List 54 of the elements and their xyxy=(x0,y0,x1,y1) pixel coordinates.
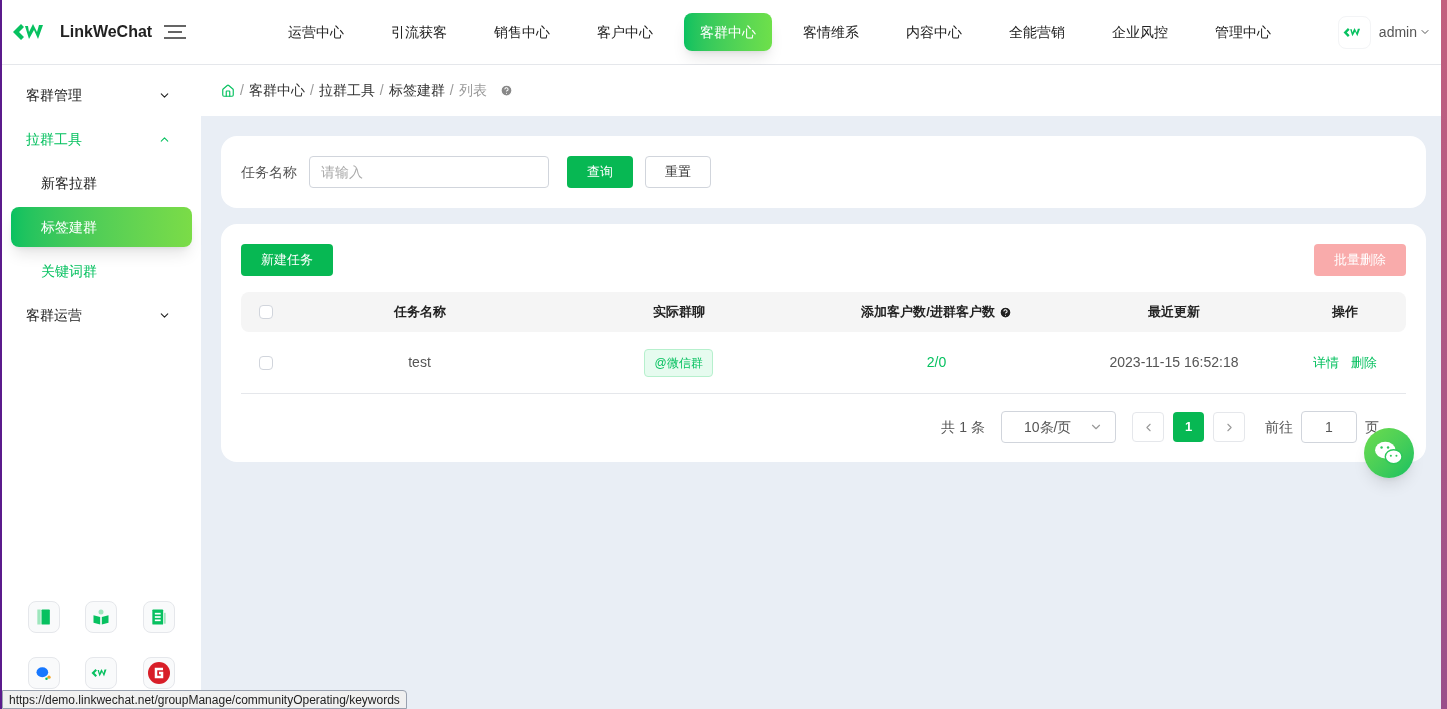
sidebar-group[interactable]: 客群管理 xyxy=(2,73,201,117)
column-header: 操作 xyxy=(1332,303,1358,322)
row-checkbox[interactable] xyxy=(259,355,273,370)
breadcrumb-item: 列表 xyxy=(458,81,487,100)
task-name-field[interactable]: 请输入 xyxy=(309,156,549,188)
menu-icon[interactable] xyxy=(164,25,187,39)
app-shortcut-icon[interactable] xyxy=(28,601,60,633)
breadcrumb-item[interactable]: 拉群工具 xyxy=(318,80,375,101)
total-count: 共 1 条 xyxy=(941,417,985,437)
chat-bubbles-icon xyxy=(1374,440,1404,466)
app-shortcut-icon[interactable] xyxy=(85,601,118,633)
goto-label: 前往 xyxy=(1265,417,1293,437)
app-shortcut-icon[interactable] xyxy=(142,601,175,633)
goto-page-field[interactable]: 1 xyxy=(1301,411,1357,443)
table-cell-text: test xyxy=(408,353,431,372)
status-url-tooltip: https://demo.linkwechat.net/groupManage/communityOperating/keywords xyxy=(2,690,407,709)
breadcrumb-separator: / xyxy=(379,81,384,100)
nav-tab[interactable]: 引流获客 xyxy=(375,13,463,51)
app-shortcut-icon[interactable] xyxy=(142,657,175,689)
nav-tab[interactable]: 全能营销 xyxy=(993,13,1081,51)
help-icon[interactable] xyxy=(998,305,1012,319)
breadcrumb-separator: / xyxy=(240,81,244,100)
breadcrumb-separator: / xyxy=(449,81,454,100)
breadcrumb-item[interactable]: 客群中心 xyxy=(248,80,305,101)
home-icon[interactable] xyxy=(221,83,235,98)
breadcrumb-separator: / xyxy=(309,81,314,100)
next-page-button[interactable] xyxy=(1213,412,1245,442)
nav-tab[interactable]: 客户中心 xyxy=(581,13,669,51)
app-shortcut-icon[interactable] xyxy=(85,657,118,689)
nav-tab[interactable]: 销售中心 xyxy=(478,13,566,51)
field-label: 任务名称 xyxy=(241,162,297,182)
user-menu[interactable]: admin xyxy=(1378,21,1431,43)
group-tag: @微信群 xyxy=(644,348,713,377)
prev-page-button[interactable] xyxy=(1132,412,1164,442)
page-size-select[interactable]: 10条/页 xyxy=(1001,411,1116,443)
app-shortcut-icon[interactable] xyxy=(28,657,60,689)
select-all-checkbox[interactable] xyxy=(259,305,273,319)
sidebar-group[interactable]: 客群运营 xyxy=(2,293,201,337)
nav-tab[interactable]: 管理中心 xyxy=(1199,13,1287,51)
table-cell-text: 2/0 xyxy=(926,353,947,372)
nav-tab[interactable]: 运营中心 xyxy=(272,13,360,51)
column-header: 实际群聊 xyxy=(652,303,705,322)
avatar-logo-icon xyxy=(1337,15,1371,49)
nav-tab[interactable]: 客情维系 xyxy=(787,13,875,51)
brand-name: LinkWeChat xyxy=(60,22,153,42)
reset-button[interactable]: 重置 xyxy=(645,156,711,188)
breadcrumb-item[interactable]: 标签建群 xyxy=(388,80,445,101)
nav-tab[interactable]: 内容中心 xyxy=(890,13,978,51)
column-header: 最近更新 xyxy=(1148,303,1200,322)
column-header: 任务名称 xyxy=(393,303,446,322)
sidebar-item[interactable]: 新客拉群 xyxy=(11,163,192,203)
table-cell-text: 2023-11-15 16:52:18 xyxy=(1109,353,1239,372)
nav-tab[interactable]: 企业风控 xyxy=(1096,13,1184,51)
column-header: 添加客户数/进群客户数 xyxy=(861,303,995,322)
